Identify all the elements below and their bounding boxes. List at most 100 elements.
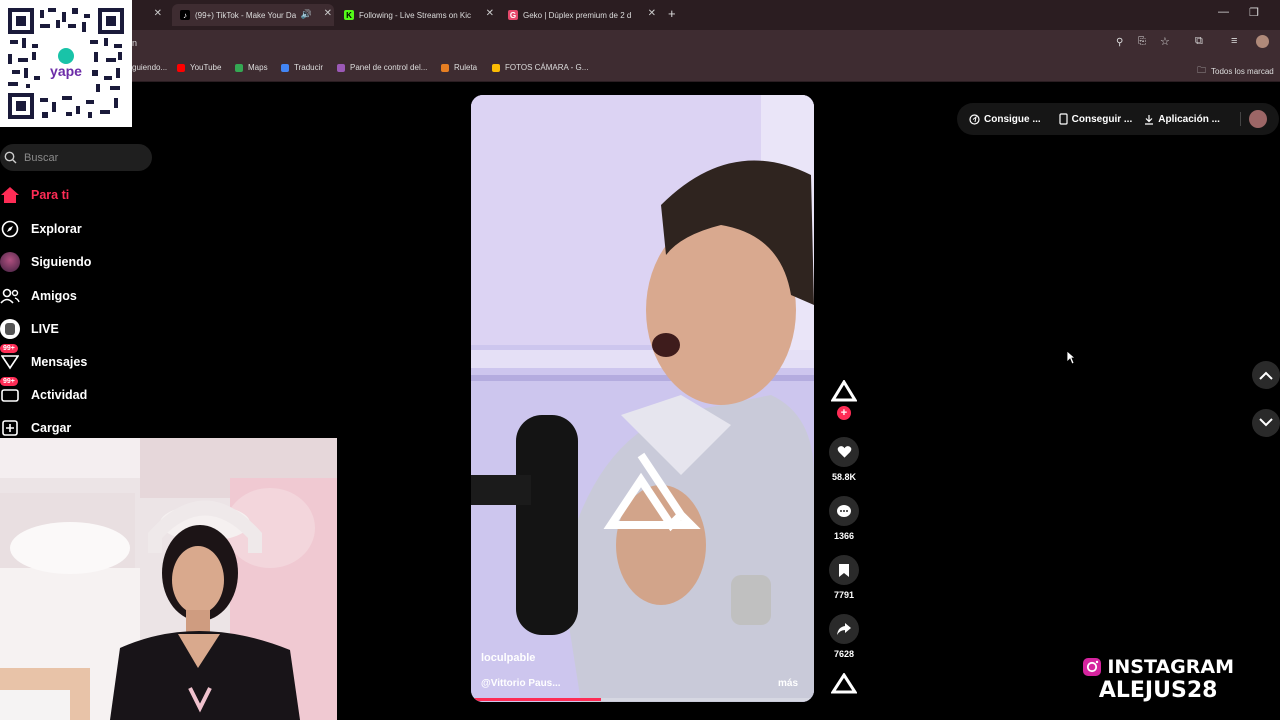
- comment-count: 1366: [833, 531, 855, 541]
- sidebar-item-cargar[interactable]: Cargar: [0, 417, 71, 439]
- live-icon: [0, 319, 20, 339]
- webcam-overlay: [0, 438, 337, 720]
- browser-tab-geko[interactable]: G Geko | Dúplex premium de 2 d ✕: [504, 4, 658, 26]
- restore-button[interactable]: ❐: [1249, 6, 1259, 19]
- bookmark-label: Ruleta: [454, 63, 478, 72]
- notification-badge: 99+: [0, 344, 18, 353]
- install-icon[interactable]: ⎘: [1138, 36, 1146, 47]
- share-button[interactable]: 7628: [824, 614, 864, 659]
- follow-plus-icon[interactable]: +: [837, 406, 851, 420]
- comment-button[interactable]: 1366: [824, 496, 864, 541]
- star-icon[interactable]: ☆: [1160, 35, 1170, 48]
- pill-label: Conseguir ...: [1071, 113, 1133, 125]
- search-icon: [4, 151, 17, 164]
- qr-brand: yape: [50, 63, 82, 79]
- bookmark-icon: [829, 555, 859, 585]
- friends-icon: [0, 286, 20, 306]
- kick-icon: K: [344, 10, 354, 20]
- instagram-label: INSTAGRAM: [1107, 656, 1234, 678]
- bookmark-youtube[interactable]: YouTube: [177, 63, 221, 72]
- user-avatar[interactable]: [1249, 110, 1267, 128]
- browser-tab-kick[interactable]: K Following - Live Streams on Kic ✕: [340, 4, 496, 26]
- sidebar-item-label: Actividad: [31, 388, 88, 402]
- sidebar-item-label: Para ti: [31, 188, 70, 202]
- chevron-up-icon: [1259, 371, 1273, 380]
- more-link[interactable]: más: [778, 678, 798, 689]
- browser-tabbar: ✕ ♪ (99+) TikTok - Make Your Da 🔊 ✕ K Fo…: [0, 0, 1280, 30]
- activity-icon: 99+: [0, 377, 20, 405]
- extensions-icon[interactable]: ⧉: [1195, 35, 1203, 48]
- pill-label: Consigue ...: [984, 113, 1041, 125]
- folder-icon: 🗀: [1197, 65, 1207, 75]
- bookmark-panel[interactable]: Panel de control del...: [337, 63, 427, 72]
- get-app-button[interactable]: Conseguir ...: [1059, 113, 1133, 125]
- browser-tab-tiktok[interactable]: ♪ (99+) TikTok - Make Your Da 🔊 ✕: [172, 4, 334, 26]
- pill-label: Aplicación ...: [1158, 113, 1220, 125]
- sidebar-item-explorar[interactable]: Explorar: [0, 218, 82, 240]
- webcam-image: [0, 438, 337, 720]
- instagram-icon: [1083, 658, 1102, 676]
- search-input[interactable]: Buscar: [0, 144, 152, 171]
- progress-track[interactable]: [471, 698, 814, 701]
- audio-icon[interactable]: 🔊: [301, 9, 312, 20]
- bookmark-maps[interactable]: Maps: [235, 63, 268, 72]
- minimize-button[interactable]: —: [1218, 6, 1229, 18]
- instagram-row: INSTAGRAM: [1082, 656, 1234, 678]
- tab-title: Geko | Dúplex premium de 2 d: [523, 10, 632, 20]
- sidebar-item-label: Explorar: [31, 222, 82, 236]
- sidebar-item-siguiendo[interactable]: Siguiendo: [0, 251, 91, 273]
- profile-avatar[interactable]: [1256, 35, 1269, 48]
- notification-badge: 99+: [0, 377, 18, 386]
- bookmark-item[interactable]: guiendo...: [132, 63, 167, 72]
- tab-title: (99+) TikTok - Make Your Da: [195, 10, 297, 20]
- address-bar[interactable]: n ⚲ ⎘ ☆ ⧉ ≡: [0, 30, 1280, 56]
- video-frame: [471, 95, 814, 702]
- comment-icon: [829, 496, 859, 526]
- next-video-button[interactable]: [1252, 409, 1280, 437]
- download-icon: [1145, 114, 1154, 125]
- sound-disc[interactable]: [824, 672, 864, 697]
- sidebar-item-label: Mensajes: [31, 355, 88, 369]
- previous-video-button[interactable]: [1252, 361, 1280, 389]
- progress-fill: [471, 698, 602, 701]
- chevron-down-icon: [1259, 418, 1273, 427]
- get-coins-button[interactable]: Consigue ...: [969, 114, 1041, 125]
- bookmark-ruleta[interactable]: Ruleta: [441, 63, 477, 72]
- creator-avatar[interactable]: +: [824, 379, 864, 420]
- browser-tab[interactable]: ✕: [134, 4, 164, 26]
- sidebar-item-amigos[interactable]: Amigos: [0, 285, 77, 307]
- youtube-icon: [177, 63, 185, 72]
- close-tab-icon[interactable]: ✕: [154, 8, 162, 19]
- close-tab-icon[interactable]: ✕: [648, 8, 656, 19]
- bookmarks-bar: guiendo... YouTube Maps Traducir Panel d…: [0, 56, 1280, 82]
- media-icon[interactable]: ≡: [1231, 35, 1237, 47]
- zoom-icon[interactable]: ⚲: [1116, 37, 1123, 48]
- close-tab-icon[interactable]: ✕: [324, 8, 332, 19]
- address-text: n: [132, 38, 138, 48]
- download-app-button[interactable]: Aplicación ...: [1144, 114, 1220, 125]
- qr-code: yape: [0, 0, 132, 127]
- sidebar-item-actividad[interactable]: 99+ Actividad: [0, 377, 88, 406]
- compass-icon: [0, 219, 20, 239]
- like-button[interactable]: 58.8K: [824, 437, 864, 482]
- all-bookmarks[interactable]: 🗀 Todos los marcad: [1197, 63, 1274, 79]
- sidebar-item-mensajes[interactable]: 99+ Mensajes: [0, 344, 88, 373]
- bookmark-label: Todos los marcad: [1211, 66, 1274, 76]
- panel-icon: [337, 63, 345, 72]
- bookmark-traducir[interactable]: Traducir: [281, 63, 323, 72]
- coin-icon: [969, 113, 980, 125]
- save-button[interactable]: 7791: [824, 555, 864, 600]
- search-placeholder: Buscar: [24, 151, 59, 164]
- share-count: 7628: [833, 649, 855, 659]
- sound-logo-icon: [830, 672, 858, 694]
- instagram-handle: ALEJUS28: [1098, 678, 1218, 703]
- video-author[interactable]: loculpable: [481, 652, 535, 664]
- sidebar-item-live[interactable]: LIVE: [0, 318, 59, 340]
- close-tab-icon[interactable]: ✕: [486, 8, 494, 19]
- share-icon: [829, 614, 859, 644]
- video-player[interactable]: loculpable @Vittorio Paus... más: [471, 95, 814, 702]
- new-tab-button[interactable]: +: [668, 6, 676, 21]
- sidebar-item-para-ti[interactable]: Para ti: [0, 184, 69, 206]
- video-handle[interactable]: @Vittorio Paus...: [481, 678, 561, 689]
- bookmark-fotos[interactable]: FOTOS CÁMARA - G...: [492, 63, 588, 72]
